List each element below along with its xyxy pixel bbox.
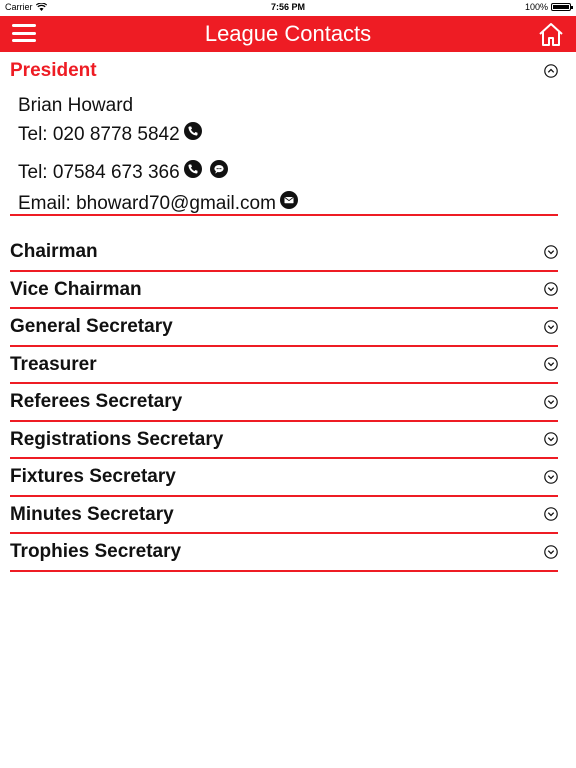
section-title: Vice Chairman	[10, 278, 142, 300]
section-title: General Secretary	[10, 316, 173, 337]
email-text: Email: bhoward70@gmail.com	[18, 193, 276, 214]
contact-name-text: Brian Howard	[18, 95, 134, 116]
status-time: 7:56 PM	[270, 2, 305, 12]
contact-name: Brian Howard	[18, 95, 133, 117]
page-title: League Contacts	[204, 21, 372, 46]
section-header-president[interactable]: President	[10, 52, 558, 90]
president-details: Brian Howard Tel: 020 8778 5842 Tel: 075…	[10, 90, 558, 216]
section-title: Trophies Secretary	[10, 541, 182, 562]
message-icon[interactable]	[209, 160, 228, 178]
section-vice-chairman: Vice Chairman	[10, 272, 558, 309]
section-header-registrations-secretary[interactable]: Registrations Secretary	[10, 422, 558, 459]
section-general-secretary: General Secretary	[10, 309, 558, 347]
section-minutes-secretary: Minutes Secretary	[10, 497, 558, 534]
section-title: Chairman	[10, 241, 98, 262]
chevron-down-icon[interactable]	[544, 357, 558, 372]
phone-2-text: Tel: 07584 673 366	[18, 162, 180, 183]
section-president: President Brian Howard Tel: 020 8778 584…	[10, 52, 558, 216]
phone-icon[interactable]	[183, 160, 202, 178]
nav-bar: League Contacts	[0, 16, 576, 52]
chevron-down-icon[interactable]	[544, 544, 558, 559]
chevron-down-icon[interactable]	[544, 282, 558, 297]
section-trophies-secretary: Trophies Secretary	[10, 534, 558, 572]
contact-email: Email: bhoward70@gmail.com	[18, 191, 298, 215]
home-icon[interactable]	[538, 21, 564, 47]
section-title: Referees Secretary	[10, 391, 183, 412]
section-title: Minutes Secretary	[10, 503, 174, 525]
section-header-general-secretary[interactable]: General Secretary	[10, 309, 558, 347]
chevron-down-icon[interactable]	[544, 507, 558, 522]
section-header-trophies-secretary[interactable]: Trophies Secretary	[10, 534, 558, 572]
chevron-down-icon[interactable]	[544, 432, 558, 447]
section-title: Treasurer	[10, 353, 97, 375]
section-header-treasurer[interactable]: Treasurer	[10, 347, 558, 384]
section-header-chairman[interactable]: Chairman	[10, 234, 558, 272]
status-right: 100%	[524, 2, 573, 12]
contact-phone-2: Tel: 07584 673 366	[18, 160, 228, 184]
section-title: Fixtures Secretary	[10, 466, 176, 487]
email-icon[interactable]	[279, 191, 298, 209]
status-bar: Carrier 7:56 PM 100%	[0, 0, 576, 16]
section-header-vice-chairman[interactable]: Vice Chairman	[10, 272, 558, 309]
battery-percent: 100%	[524, 2, 548, 12]
section-title: Registrations Secretary	[10, 428, 224, 450]
chevron-down-icon[interactable]	[544, 394, 558, 409]
section-list: Chairman Vice Chairman General Secretary Tr…	[0, 234, 576, 572]
phone-1-text: Tel: 020 8778 5842	[18, 124, 180, 145]
chevron-up-icon[interactable]	[544, 64, 558, 78]
section-treasurer: Treasurer	[10, 347, 558, 384]
section-chairman: Chairman	[10, 234, 558, 272]
contact-phone-1: Tel: 020 8778 5842	[18, 122, 202, 146]
section-referees-secretary: Referees Secretary	[10, 384, 558, 422]
chevron-down-icon[interactable]	[544, 469, 558, 484]
chevron-down-icon[interactable]	[544, 319, 558, 334]
battery-icon	[551, 3, 573, 11]
section-registrations-secretary: Registrations Secretary	[10, 422, 558, 459]
section-header-minutes-secretary[interactable]: Minutes Secretary	[10, 497, 558, 534]
chevron-down-icon[interactable]	[544, 244, 558, 259]
section-header-referees-secretary[interactable]: Referees Secretary	[10, 384, 558, 422]
section-fixtures-secretary: Fixtures Secretary	[10, 459, 558, 497]
section-header-fixtures-secretary[interactable]: Fixtures Secretary	[10, 459, 558, 497]
phone-icon[interactable]	[183, 122, 202, 140]
section-title: President	[10, 60, 97, 81]
